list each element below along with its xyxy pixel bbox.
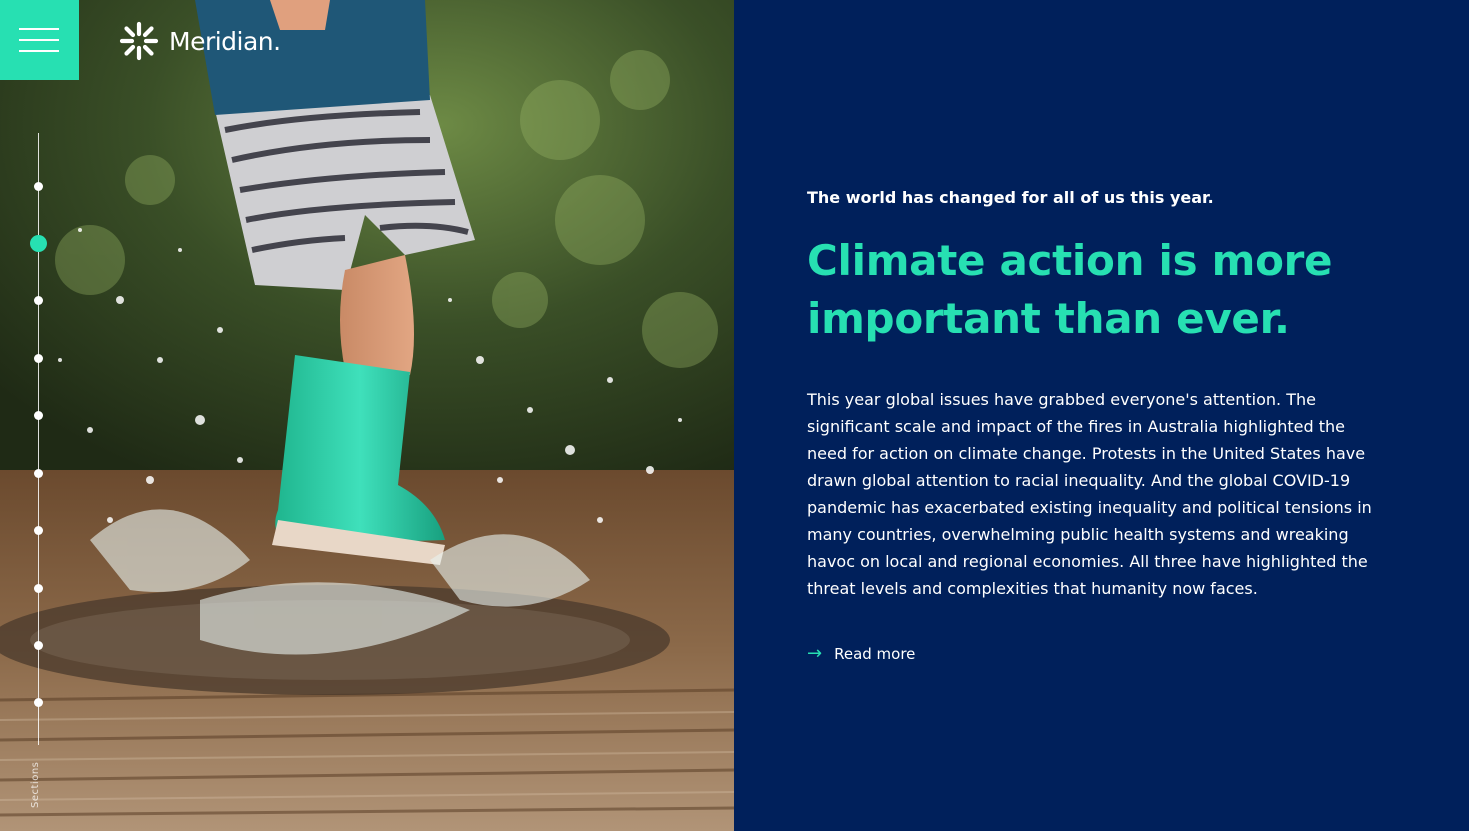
content-panel: The world has changed for all of us this… — [734, 0, 1469, 831]
section-dot[interactable] — [34, 698, 43, 707]
hamburger-icon — [19, 28, 59, 30]
section-progress-rail — [38, 133, 39, 745]
starburst-logo-icon — [119, 21, 159, 61]
section-dot-active[interactable] — [30, 235, 47, 252]
section-dot[interactable] — [34, 469, 43, 478]
section-dot[interactable] — [34, 641, 43, 650]
hamburger-icon — [19, 39, 59, 41]
hamburger-menu-button[interactable] — [0, 0, 79, 80]
headline: Climate action is more important than ev… — [807, 236, 1333, 343]
section-dot[interactable] — [34, 526, 43, 535]
body-paragraph: This year global issues have grabbed eve… — [807, 390, 1372, 598]
read-more-link[interactable]: → Read more — [807, 643, 916, 664]
section-dot[interactable] — [34, 584, 43, 593]
read-more-label: Read more — [834, 645, 916, 663]
section-dot[interactable] — [34, 411, 43, 420]
logo-wordmark: Meridian. — [169, 26, 281, 56]
eyebrow-text: The world has changed for all of us this… — [807, 188, 1214, 207]
section-dot[interactable] — [34, 182, 43, 191]
hamburger-icon — [19, 50, 59, 52]
section-dot[interactable] — [34, 296, 43, 305]
page: Meridian. Sections The world has changed… — [0, 0, 1469, 831]
arrow-right-icon: → — [807, 643, 823, 664]
hero-photo — [0, 0, 734, 831]
meridian-logo[interactable]: Meridian. — [119, 20, 281, 62]
section-dot[interactable] — [34, 354, 43, 363]
sections-label: Sections — [30, 761, 41, 808]
